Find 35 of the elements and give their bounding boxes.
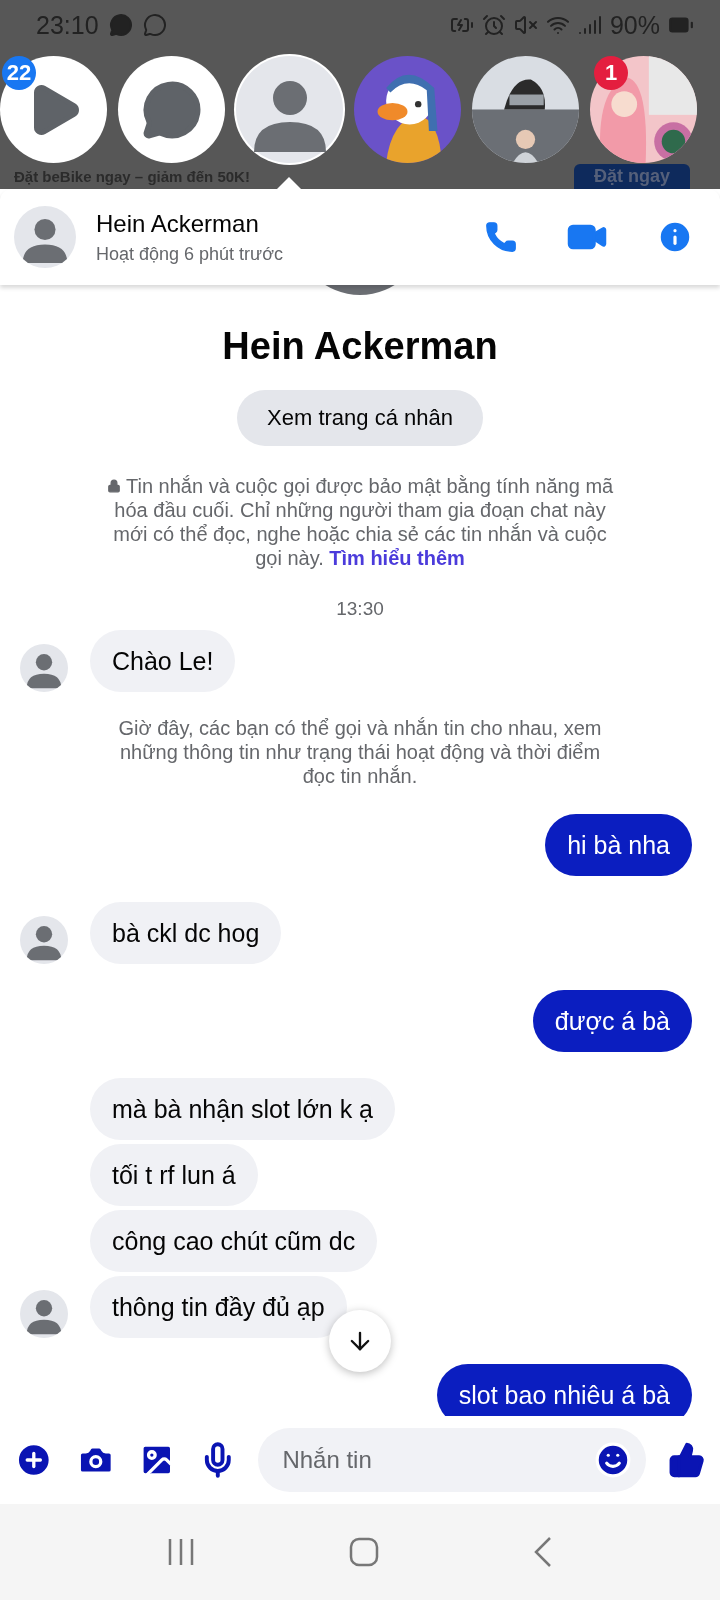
chat-head[interactable]: 22 xyxy=(0,56,107,163)
home-icon[interactable] xyxy=(349,1537,379,1567)
received-message: mà bà nhận slot lớn k ạ xyxy=(90,1078,395,1140)
message-field[interactable]: Nhắn tin xyxy=(258,1428,647,1492)
like-icon[interactable] xyxy=(668,1441,706,1479)
message-input[interactable]: Nhắn tin xyxy=(280,1445,595,1475)
messenger-icon xyxy=(142,13,167,37)
alarm-icon xyxy=(481,13,506,37)
emoji-icon[interactable] xyxy=(594,1441,633,1479)
signal-icon xyxy=(577,13,602,37)
timestamp: 13:30 xyxy=(335,598,385,620)
badge: 22 xyxy=(2,56,36,90)
sent-message: hi bà nha xyxy=(545,814,692,876)
recent-apps-icon[interactable] xyxy=(167,1537,195,1567)
profile-name: Hein Ackerman xyxy=(221,325,499,368)
messenger-icon xyxy=(108,13,133,37)
sent-message: slot bao nhiêu á bà xyxy=(436,1364,692,1416)
view-profile-button[interactable]: Xem trang cá nhân xyxy=(237,390,483,446)
received-message: bà ckl dc hog xyxy=(90,902,282,964)
received-message: thông tin đầy đủ ạp xyxy=(90,1276,347,1338)
encryption-notice: Tin nhắn và cuộc gọi được bảo mật bằng tính năng mã hóa đầu cuối. Chỉ những người tham gia đoạn chat này mới có thể đọc, nghe hoặc chia sẻ các tin nhắn và cuộc gọi này. Tìm hiểu thêm xyxy=(104,474,616,570)
scroll-down-button[interactable] xyxy=(329,1310,391,1372)
received-message: tối t rf lun á xyxy=(90,1144,258,1206)
lock-icon xyxy=(106,479,121,493)
badge: 1 xyxy=(594,56,628,90)
phone-icon xyxy=(484,220,518,254)
received-message: công cao chút cũm dc xyxy=(90,1210,378,1272)
contact-name: Hein Ackerman xyxy=(96,209,260,238)
system-message: Giờ đây, các bạn có thể gọi và nhắn tin cho nhau, xem những thông tin như trạng thái hoạt động và thời điểm đọc tin nhắn. xyxy=(117,716,603,788)
back-icon[interactable] xyxy=(533,1536,553,1568)
learn-more-link[interactable]: Tìm hiểu thêm xyxy=(329,547,465,569)
active-status: Hoạt động 6 phút trước xyxy=(96,243,284,265)
received-message: Chào Le! xyxy=(90,630,236,692)
mute-icon xyxy=(513,13,538,37)
sent-message: được á bà xyxy=(532,990,692,1052)
